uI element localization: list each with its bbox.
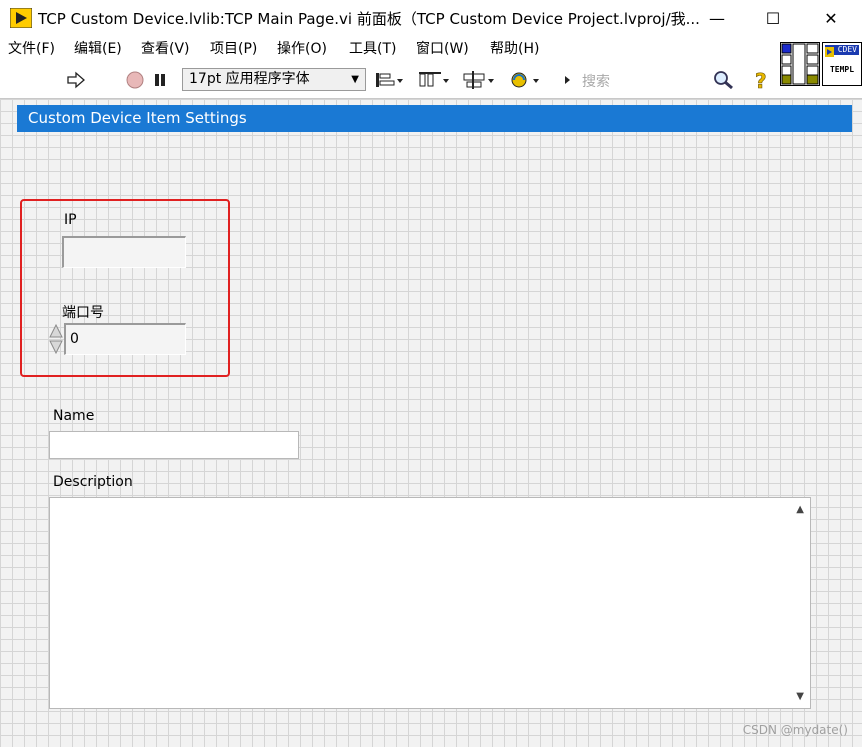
port-label: 端口号	[62, 305, 104, 321]
window-title: TCP Custom Device.lvlib:TCP Main Page.vi…	[38, 10, 700, 28]
menu-file[interactable]: 文件(F)	[8, 38, 55, 58]
menu-project[interactable]: 项目(P)	[210, 38, 257, 58]
connector-pane[interactable]	[780, 42, 820, 86]
pause-icon[interactable]	[150, 68, 170, 92]
ip-label: IP	[64, 212, 77, 228]
svg-text:?: ?	[755, 69, 767, 92]
vi-icon[interactable]: CDEV TEMPL	[822, 42, 862, 86]
port-spinner[interactable]	[48, 323, 64, 355]
watermark: CSDN @mydate()	[742, 723, 848, 737]
menu-window[interactable]: 窗口(W)	[416, 38, 469, 58]
scroll-down-icon[interactable]: ▼	[796, 691, 804, 702]
search-placeholder: 搜索	[582, 74, 610, 90]
labview-app-icon	[9, 7, 33, 29]
description-label: Description	[53, 474, 133, 490]
vi-icon-logo	[825, 45, 834, 57]
vi-icon-text: TEMPL	[829, 65, 855, 74]
chevron-down-icon: ▼	[351, 74, 359, 85]
port-field[interactable]: 0	[64, 323, 186, 355]
scroll-up-icon[interactable]: ▲	[796, 504, 804, 515]
align-objects-icon[interactable]	[374, 68, 404, 92]
font-select[interactable]: 17pt 应用程序字体 ▼	[182, 68, 366, 91]
search-input[interactable]: 搜索	[576, 68, 742, 92]
minimize-button[interactable]: —	[694, 0, 740, 36]
menu-view[interactable]: 查看(V)	[141, 38, 190, 58]
reorder-icon[interactable]	[508, 68, 542, 92]
title-bar: TCP Custom Device.lvlib:TCP Main Page.vi…	[0, 0, 862, 36]
font-select-value: 17pt 应用程序字体	[189, 71, 310, 87]
menu-operate[interactable]: 操作(O)	[277, 38, 327, 58]
name-field[interactable]	[49, 431, 299, 459]
settings-header: Custom Device Item Settings	[17, 105, 852, 132]
help-icon[interactable]: ?	[752, 68, 772, 96]
search-icon[interactable]	[712, 70, 734, 94]
resize-objects-icon[interactable]	[462, 68, 496, 92]
menu-edit[interactable]: 编辑(E)	[74, 38, 122, 58]
close-button[interactable]: ✕	[808, 0, 854, 36]
menu-tools[interactable]: 工具(T)	[349, 38, 396, 58]
toolbar: 17pt 应用程序字体 ▼ 搜索 ?	[0, 64, 778, 96]
abort-stop-icon[interactable]	[124, 68, 146, 92]
description-field[interactable]: ▲ ▼	[49, 497, 811, 709]
maximize-button[interactable]: ☐	[750, 0, 796, 36]
menu-help[interactable]: 帮助(H)	[490, 38, 539, 58]
distribute-objects-icon[interactable]	[418, 68, 450, 92]
toolbar-expand-icon[interactable]	[562, 68, 572, 92]
name-label: Name	[53, 408, 95, 424]
run-arrow-icon[interactable]	[64, 68, 88, 92]
front-panel: Custom Device Item Settings IP 端口号 0 Nam…	[0, 98, 862, 747]
ip-field[interactable]	[62, 236, 186, 268]
